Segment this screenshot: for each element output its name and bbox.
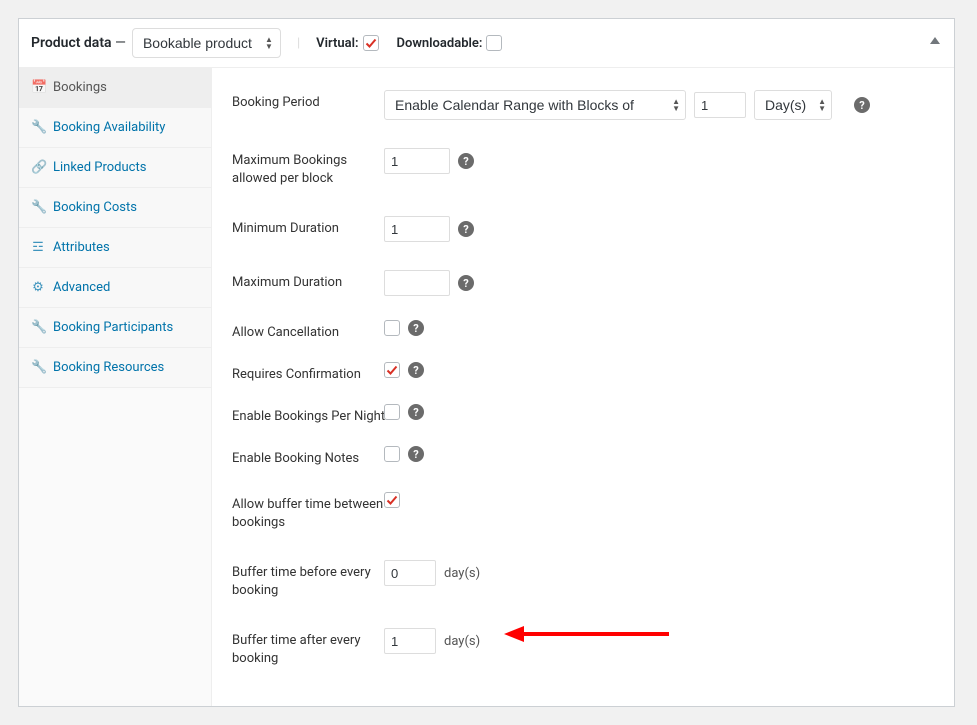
help-icon[interactable]: ? <box>408 404 424 420</box>
requires-confirmation-label: Requires Confirmation <box>232 362 384 384</box>
requires-confirmation-checkbox[interactable] <box>384 362 400 378</box>
wrench-icon: 🔧 <box>31 360 45 375</box>
booking-period-mode-wrap: Enable Calendar Range with Blocks of ▲▼ <box>384 90 686 120</box>
buffer-before-label: Buffer time before every booking <box>232 560 384 600</box>
title-dash: — <box>112 35 126 51</box>
tab-label: Booking Participants <box>53 320 173 335</box>
buffer-before-unit: day(s) <box>444 566 480 581</box>
row-buffer-after: Buffer time after every booking day(s) <box>232 614 934 682</box>
booking-notes-label: Enable Booking Notes <box>232 446 384 468</box>
booking-period-unit-wrap: Day(s) ▲▼ <box>754 90 832 120</box>
row-booking-period: Booking Period Enable Calendar Range wit… <box>232 76 934 134</box>
tab-advanced[interactable]: ⚙ Advanced <box>19 268 211 308</box>
tab-label: Linked Products <box>53 160 146 175</box>
booking-period-unit-select[interactable]: Day(s) <box>754 90 832 120</box>
calendar-icon: 📅 <box>31 80 45 95</box>
virtual-label: Virtual: <box>316 36 358 51</box>
virtual-checkbox[interactable] <box>363 35 379 51</box>
buffer-before-input[interactable] <box>384 560 436 586</box>
row-max-bookings: Maximum Bookings allowed per block ? <box>232 134 934 202</box>
buffer-after-label: Buffer time after every booking <box>232 628 384 668</box>
min-duration-label: Minimum Duration <box>232 216 384 238</box>
separator: | <box>297 36 300 51</box>
annotation-arrow-icon <box>504 622 674 646</box>
help-icon[interactable]: ? <box>408 446 424 462</box>
help-icon[interactable]: ? <box>408 320 424 336</box>
tab-content: Booking Period Enable Calendar Range wit… <box>212 68 954 706</box>
tabs-sidebar: 📅 Bookings 🔧 Booking Availability 🔗 Linked Pr… <box>19 68 212 706</box>
row-buffer-before: Buffer time before every booking day(s) <box>232 546 934 614</box>
tab-linked-products[interactable]: 🔗 Linked Products <box>19 148 211 188</box>
wrench-icon: 🔧 <box>31 120 45 135</box>
gear-icon: ⚙ <box>31 280 45 295</box>
row-allow-cancellation: Allow Cancellation ? <box>232 310 934 352</box>
wrench-icon: 🔧 <box>31 200 45 215</box>
wrench-icon: 🔧 <box>31 320 45 335</box>
product-type-select[interactable]: Bookable product <box>132 28 281 58</box>
tab-label: Booking Costs <box>53 200 137 215</box>
tab-label: Booking Resources <box>53 360 164 375</box>
row-per-night: Enable Bookings Per Night ? <box>232 394 934 436</box>
max-bookings-input[interactable] <box>384 148 450 174</box>
tab-label: Attributes <box>53 240 110 255</box>
tab-booking-participants[interactable]: 🔧 Booking Participants <box>19 308 211 348</box>
booking-period-qty-input[interactable] <box>694 92 746 118</box>
row-min-duration: Minimum Duration ? <box>232 202 934 256</box>
max-duration-input[interactable] <box>384 270 450 296</box>
booking-notes-checkbox[interactable] <box>384 446 400 462</box>
max-bookings-label: Maximum Bookings allowed per block <box>232 148 384 188</box>
tab-booking-costs[interactable]: 🔧 Booking Costs <box>19 188 211 228</box>
row-booking-notes: Enable Booking Notes ? <box>232 436 934 478</box>
tab-label: Booking Availability <box>53 120 165 135</box>
collapse-toggle-icon[interactable] <box>930 37 940 44</box>
title-text: Product data <box>31 35 112 51</box>
tab-booking-availability[interactable]: 🔧 Booking Availability <box>19 108 211 148</box>
help-icon[interactable]: ? <box>458 275 474 291</box>
panel-header: Product data — Bookable product ▲▼ | Vir… <box>19 19 954 67</box>
help-icon[interactable]: ? <box>854 97 870 113</box>
allow-cancellation-checkbox[interactable] <box>384 320 400 336</box>
row-requires-confirmation: Requires Confirmation ? <box>232 352 934 394</box>
tab-attributes[interactable]: ☲ Attributes <box>19 228 211 268</box>
downloadable-label: Downloadable: <box>397 36 483 51</box>
panel-body: 📅 Bookings 🔧 Booking Availability 🔗 Linked Pr… <box>19 67 954 706</box>
product-type-select-wrap: Bookable product ▲▼ <box>132 28 281 58</box>
help-icon[interactable]: ? <box>408 362 424 378</box>
min-duration-input[interactable] <box>384 216 450 242</box>
link-icon: 🔗 <box>31 160 45 175</box>
row-allow-buffer: Allow buffer time between bookings <box>232 478 934 546</box>
allow-cancellation-label: Allow Cancellation <box>232 320 384 342</box>
row-max-duration: Maximum Duration ? <box>232 256 934 310</box>
tab-label: Bookings <box>53 80 107 95</box>
tab-bookings[interactable]: 📅 Bookings <box>19 68 211 108</box>
downloadable-checkbox[interactable] <box>486 35 502 51</box>
help-icon[interactable]: ? <box>458 153 474 169</box>
buffer-after-unit: day(s) <box>444 634 480 649</box>
max-duration-label: Maximum Duration <box>232 270 384 292</box>
allow-buffer-checkbox[interactable] <box>384 492 400 508</box>
list-icon: ☲ <box>31 240 45 255</box>
product-data-panel: Product data — Bookable product ▲▼ | Vir… <box>18 18 955 707</box>
tab-booking-resources[interactable]: 🔧 Booking Resources <box>19 348 211 388</box>
tab-label: Advanced <box>53 280 110 295</box>
help-icon[interactable]: ? <box>458 221 474 237</box>
booking-period-label: Booking Period <box>232 90 384 112</box>
booking-period-mode-select[interactable]: Enable Calendar Range with Blocks of <box>384 90 686 120</box>
panel-title: Product data — <box>31 35 126 51</box>
per-night-checkbox[interactable] <box>384 404 400 420</box>
buffer-after-input[interactable] <box>384 628 436 654</box>
